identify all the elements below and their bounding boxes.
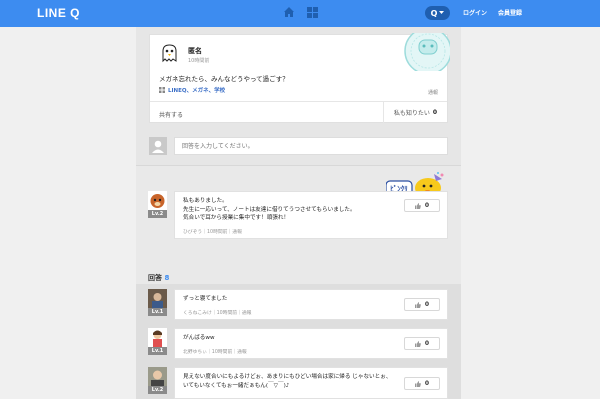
ask-question-button[interactable]: Q bbox=[425, 6, 450, 20]
top-nav-bar: LINE Q Q ログイン 会員登録 bbox=[0, 0, 600, 27]
home-icon[interactable] bbox=[283, 6, 295, 18]
like-button[interactable]: 0 bbox=[404, 337, 440, 350]
character-stamp-badge bbox=[404, 33, 450, 71]
comment-line: 気合いで耳から授業に集中です！頑張れ！ bbox=[183, 215, 290, 221]
user-silhouette-icon bbox=[152, 140, 164, 153]
question-text: メガネ忘れたら、みんなどうやって過ごす？ bbox=[159, 75, 289, 83]
answers-label: 回答 bbox=[148, 274, 162, 282]
like-button[interactable]: 0 bbox=[404, 377, 440, 390]
like-count: 0 bbox=[424, 301, 430, 308]
like-button[interactable]: 0 bbox=[404, 199, 440, 212]
tag-links[interactable]: LINEQ、メガネ、学校 bbox=[168, 86, 225, 94]
like-count: 0 bbox=[424, 202, 430, 209]
question-author[interactable]: 匿名 bbox=[188, 46, 202, 56]
answer-card: 見えない度合いにもよるけどぉ、あまりにもひどい場合は家に帰る じゃないとぉ、いて… bbox=[174, 367, 448, 399]
comment-body: 私もありました。 先生に一応いって、ノートは友達に借りてうつさせてもらいました。… bbox=[183, 197, 403, 223]
comment-line: 私もありました。 bbox=[183, 198, 228, 204]
answer-meta: 北野ゆちぃ｜10時間前｜通報 bbox=[183, 350, 247, 355]
answer-card: ずっと寝てました くろねこみけ｜10時間前｜通報 0 bbox=[174, 289, 448, 320]
thumbs-up-icon bbox=[414, 380, 421, 387]
want-to-know-label: 私も知りたい bbox=[393, 110, 430, 117]
category-grid-icon[interactable] bbox=[307, 7, 318, 18]
question-card: 匿名 10時間前 メガネ忘れたら、みんなどうやって過ごす？ LINEQ、メガネ、… bbox=[149, 33, 450, 123]
answer-text: 見えない度合いにもよるけどぉ、あまりにもひどい場合は家に帰る じゃないとぉ、いて… bbox=[183, 374, 392, 389]
level-badge: Lv.1 bbox=[148, 347, 167, 355]
want-to-know-count: 0 bbox=[432, 109, 438, 116]
question-action-bar: 共有する 私も知りたい 0 bbox=[150, 101, 447, 123]
chevron-down-icon bbox=[439, 11, 445, 14]
answer-input[interactable] bbox=[174, 137, 448, 155]
level-badge: Lv.2 bbox=[148, 210, 167, 218]
like-button[interactable]: 0 bbox=[404, 298, 440, 311]
level-badge: Lv.2 bbox=[148, 386, 167, 394]
level-badge: Lv.1 bbox=[148, 308, 167, 316]
logo[interactable]: LINE Q bbox=[37, 6, 80, 20]
register-link[interactable]: 会員登録 bbox=[498, 8, 522, 17]
like-count: 0 bbox=[424, 380, 430, 387]
thumbs-up-icon bbox=[414, 202, 421, 209]
anonymous-avatar-icon bbox=[162, 44, 177, 63]
answerer-avatar[interactable] bbox=[148, 289, 167, 308]
answer-text: ずっと寝てました bbox=[183, 296, 228, 302]
thumbs-up-icon bbox=[414, 301, 421, 308]
answer-text: がんばるww bbox=[183, 335, 215, 341]
answer-card: がんばるww 北野ゆちぃ｜10時間前｜通報 0 bbox=[174, 328, 448, 359]
answer-meta: くろねこみけ｜10時間前｜通報 bbox=[183, 311, 252, 316]
question-tags: LINEQ、メガネ、学校 bbox=[159, 86, 225, 94]
like-count: 0 bbox=[424, 340, 430, 347]
answerer-avatar[interactable] bbox=[148, 328, 167, 347]
share-button[interactable]: 共有する bbox=[159, 110, 183, 119]
answerer-avatar[interactable] bbox=[148, 367, 167, 386]
commenter-avatar[interactable] bbox=[148, 191, 167, 210]
top-comment-card: 私もありました。 先生に一応いって、ノートは友達に借りてうつさせてもらいました。… bbox=[174, 191, 448, 239]
user-avatar bbox=[149, 137, 167, 155]
answers-count: 8 bbox=[164, 274, 170, 282]
comment-meta: ひびぞう｜10時間前｜通報 bbox=[183, 230, 242, 235]
thumbs-up-icon bbox=[414, 340, 421, 347]
login-link[interactable]: ログイン bbox=[463, 8, 487, 17]
question-time: 10時間前 bbox=[188, 58, 210, 64]
category-grid-icon bbox=[159, 87, 165, 93]
comment-line: 先生に一応いって、ノートは友達に借りてうつさせてもらいました。 bbox=[183, 206, 356, 213]
answers-header: 回答 8 bbox=[148, 273, 169, 283]
report-link[interactable]: 通報 bbox=[428, 89, 438, 96]
ask-question-label: Q bbox=[430, 8, 438, 18]
want-to-know-button[interactable]: 私も知りたい 0 bbox=[383, 102, 447, 123]
